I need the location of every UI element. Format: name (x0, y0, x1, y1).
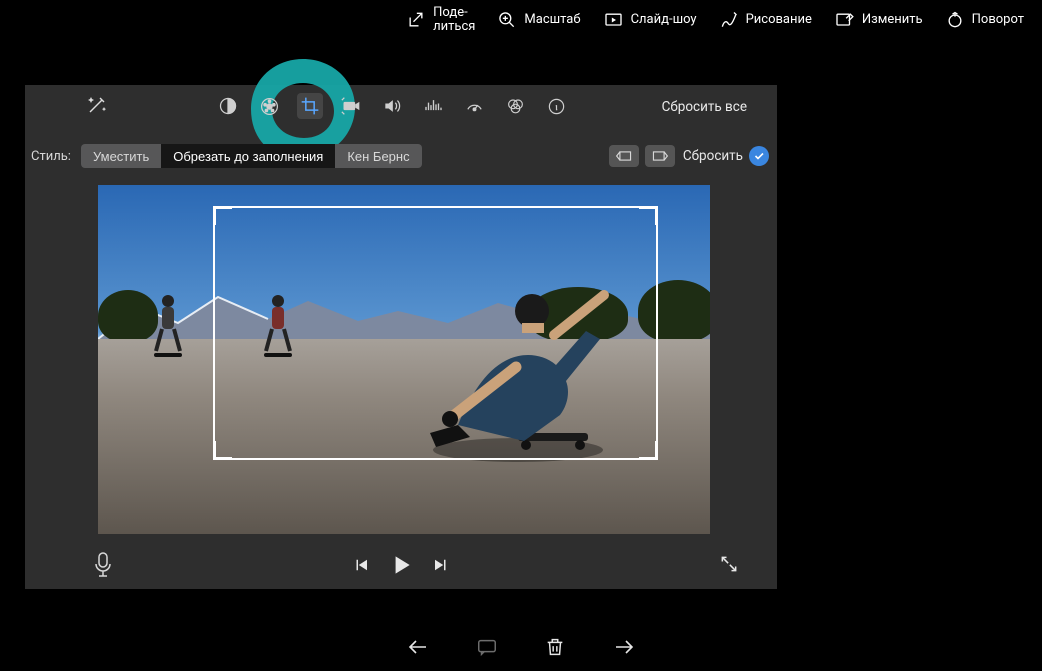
back-button[interactable] (406, 635, 430, 659)
edit-button[interactable]: Изменить (834, 0, 923, 44)
slideshow-label: Слайд-шоу (631, 13, 697, 27)
rotate-label: Поворот (972, 13, 1024, 27)
crop-handle-br[interactable] (639, 441, 658, 460)
share-label: Поде- литься (433, 6, 475, 33)
volume-button[interactable] (379, 93, 405, 119)
style-label: Стиль: (31, 149, 71, 164)
crop-handle-tr[interactable] (639, 206, 658, 225)
zoom-button[interactable]: Масштаб (497, 0, 580, 44)
share-icon (406, 0, 426, 44)
prev-frame-button[interactable] (352, 556, 370, 574)
skater-graphic (148, 293, 188, 363)
rotate-icon (945, 0, 965, 44)
stabilization-button[interactable] (338, 93, 364, 119)
comment-button[interactable] (476, 636, 498, 658)
color-correction-button[interactable] (256, 93, 282, 119)
slideshow-button[interactable]: Слайд-шоу (603, 0, 697, 44)
adjustments-toolbar (215, 93, 569, 119)
slideshow-icon (603, 0, 624, 44)
zoom-in-icon (497, 0, 517, 44)
crop-style-row: Стиль: Уместить Обрезать до заполнения К… (25, 139, 777, 173)
fit-option[interactable]: Уместить (81, 144, 161, 168)
fullscreen-button[interactable] (719, 554, 739, 574)
ken-burns-option[interactable]: Кен Бернс (335, 144, 421, 168)
magic-wand-button[interactable] (85, 93, 109, 117)
apply-crop-button[interactable] (749, 146, 769, 166)
reset-all-button[interactable]: Сбросить все (662, 99, 747, 115)
bottom-toolbar (0, 623, 1042, 671)
crop-handle-tl[interactable] (213, 206, 232, 225)
draw-button[interactable]: Рисование (719, 0, 812, 44)
app-top-toolbar: Поде- литься Масштаб Слайд-шоу Рисование (0, 0, 1042, 40)
color-balance-button[interactable] (215, 93, 241, 119)
video-preview[interactable] (98, 185, 710, 534)
zoom-label: Масштаб (524, 13, 580, 27)
next-frame-button[interactable] (432, 556, 450, 574)
share-button[interactable]: Поде- литься (406, 0, 475, 44)
preview-controls (25, 550, 777, 580)
forward-button[interactable] (612, 635, 636, 659)
edit-label: Изменить (862, 13, 923, 27)
crop-handle-bl[interactable] (213, 441, 232, 460)
edit-icon (834, 0, 855, 44)
voiceover-button[interactable] (93, 552, 113, 578)
video-editor-panel: Сбросить все Стиль: Уместить Обрезать до… (25, 85, 777, 589)
rotate-button[interactable]: Поворот (945, 0, 1024, 44)
draw-label: Рисование (746, 13, 812, 27)
crop-button[interactable] (297, 93, 323, 119)
noise-reduction-button[interactable] (420, 93, 446, 119)
crop-style-segmented: Уместить Обрезать до заполнения Кен Берн… (81, 144, 422, 168)
crop-to-fill-option[interactable]: Обрезать до заполнения (161, 144, 335, 168)
info-button[interactable] (543, 93, 569, 119)
rotate-cw-button[interactable] (645, 145, 675, 167)
crop-frame[interactable] (213, 206, 658, 460)
color-filter-button[interactable] (502, 93, 528, 119)
play-button[interactable] (388, 552, 414, 578)
rotate-ccw-button[interactable] (609, 145, 639, 167)
draw-icon (719, 0, 739, 44)
reset-crop-button[interactable]: Сбросить (683, 148, 743, 164)
delete-button[interactable] (544, 636, 566, 658)
speed-button[interactable] (461, 93, 487, 119)
